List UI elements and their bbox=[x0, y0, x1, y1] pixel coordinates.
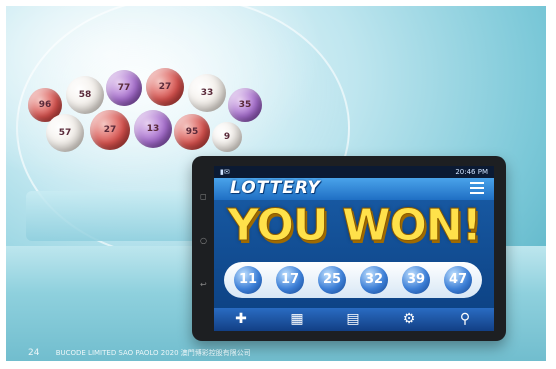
back-icon: ◻ bbox=[200, 192, 207, 201]
bottom-nav: ✚ ▦ ▤ ⚙ ⚲ bbox=[214, 308, 494, 331]
menu-icon[interactable] bbox=[470, 182, 484, 194]
notification-icon: ▮✉ bbox=[220, 168, 230, 176]
photo: 96 58 77 27 33 35 57 27 13 95 9 ◻ ○ ↩ ▮✉… bbox=[6, 6, 546, 361]
number-ball: 11 bbox=[234, 266, 262, 294]
app-title: LOTTERY bbox=[230, 178, 321, 198]
lottery-ball: 95 bbox=[174, 114, 210, 150]
plus-icon[interactable]: ✚ bbox=[226, 311, 256, 328]
page-number: 24 bbox=[28, 348, 40, 358]
lottery-ball: 77 bbox=[106, 70, 142, 106]
lottery-ball: 27 bbox=[90, 110, 130, 150]
number-ball: 39 bbox=[402, 266, 430, 294]
number-ball: 25 bbox=[318, 266, 346, 294]
tablet-device: ◻ ○ ↩ ▮✉ 20:46 PM LOTTERY YOU WON! 11 17… bbox=[192, 156, 506, 341]
lottery-ball: 9 bbox=[212, 122, 242, 152]
tablet-screen: ▮✉ 20:46 PM LOTTERY YOU WON! 11 17 25 32… bbox=[214, 166, 494, 331]
lottery-ball: 13 bbox=[134, 110, 172, 148]
lottery-ball: 33 bbox=[188, 74, 226, 112]
headline: YOU WON! bbox=[227, 200, 483, 252]
number-ball: 17 bbox=[276, 266, 304, 294]
lottery-ball: 27 bbox=[146, 68, 184, 106]
home-icon: ○ bbox=[200, 236, 207, 245]
winning-numbers: 11 17 25 32 39 47 bbox=[224, 262, 482, 298]
page-footer: 24 BUCODE LIMITED SAO PAOLO 2020 澳門博彩控股有… bbox=[28, 348, 251, 358]
lottery-ball: 57 bbox=[46, 114, 84, 152]
calendar-icon[interactable]: ▤ bbox=[338, 311, 368, 328]
footer-text: BUCODE LIMITED SAO PAOLO 2020 澳門博彩控股有限公司 bbox=[55, 349, 251, 357]
chart-icon[interactable]: ▦ bbox=[282, 311, 312, 328]
number-ball: 32 bbox=[360, 266, 388, 294]
drum-base bbox=[26, 191, 216, 241]
number-ball: 47 bbox=[444, 266, 472, 294]
status-time: 20:46 PM bbox=[455, 168, 488, 176]
return-icon: ↩ bbox=[200, 280, 207, 289]
status-bar: ▮✉ 20:46 PM bbox=[214, 166, 494, 178]
lottery-ball: 58 bbox=[66, 76, 104, 114]
gear-icon[interactable]: ⚙ bbox=[394, 311, 424, 328]
lottery-ball: 35 bbox=[228, 88, 262, 122]
search-icon[interactable]: ⚲ bbox=[450, 311, 480, 328]
